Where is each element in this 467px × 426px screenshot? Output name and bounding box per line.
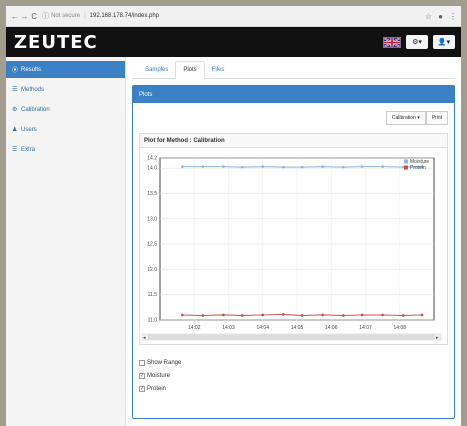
main-content: Samples Plots Files Plots Calibration ▾ …	[126, 57, 461, 426]
moisture-label: Moisture	[147, 373, 171, 379]
sidebar: ⦿ Results ☰ Methods ⚙ Calibration ♟ User…	[6, 57, 126, 426]
data-point-protein	[201, 314, 205, 317]
extra-icon: ☰	[12, 147, 18, 153]
data-point-moisture	[360, 165, 364, 168]
browser-toolbar: ← → C ⓘ Not secure | 192.168.178.74/inde…	[6, 6, 461, 27]
y-tick-label: 13.5	[147, 191, 157, 197]
user-icon: ♟	[12, 127, 18, 133]
sidebar-item-results[interactable]: ⦿ Results	[6, 61, 125, 78]
data-point-protein	[420, 313, 424, 317]
data-point-protein	[282, 313, 285, 316]
list-icon: ☰	[12, 87, 18, 93]
show-range-label: Show Range	[147, 360, 182, 366]
tab-bar: Samples Plots Files	[132, 61, 455, 79]
x-tick-label: 14:07	[359, 325, 372, 331]
x-tick-label: 14:06	[325, 325, 338, 331]
data-point-protein	[381, 313, 384, 317]
address-separator: |	[84, 13, 86, 19]
sidebar-item-extra[interactable]: ☰ Extra	[6, 141, 125, 158]
sidebar-item-methods[interactable]: ☰ Methods	[6, 81, 125, 98]
legend-swatch	[404, 159, 408, 164]
calibration-icon: ⚙	[12, 107, 18, 113]
panel-title: Plots	[133, 86, 454, 103]
bookmark-star-icon[interactable]: ☆	[425, 12, 432, 21]
y-tick-label: 11.5	[148, 292, 158, 298]
sidebar-item-label: Extra	[21, 146, 36, 153]
x-tick-label: 14:05	[291, 325, 304, 331]
reload-icon[interactable]: C	[29, 12, 39, 21]
y-tick-label: 12.5	[147, 242, 157, 248]
info-icon[interactable]: ⓘ	[42, 11, 49, 21]
chart-title: Plot for Method : Calibration	[140, 134, 447, 148]
data-point-moisture	[222, 165, 225, 168]
data-point-protein	[261, 313, 265, 317]
data-point-protein	[222, 313, 225, 317]
results-icon: ⦿	[12, 68, 19, 74]
data-point-moisture	[201, 165, 205, 168]
data-point-protein	[360, 313, 364, 317]
data-point-moisture	[300, 165, 304, 169]
app-header: ZEUTEC ⚙▾ 👤▾	[6, 27, 461, 57]
data-point-moisture	[282, 165, 285, 169]
security-label: Not secure	[51, 13, 81, 19]
data-point-moisture	[341, 165, 345, 169]
sidebar-item-calibration[interactable]: ⚙ Calibration	[6, 101, 125, 118]
data-point-protein	[341, 314, 345, 317]
protein-checkbox[interactable]: ✓	[139, 386, 145, 392]
y-tick-label: 14.0	[147, 166, 157, 172]
line-chart: 11.0 11.5 12.0 12.5 13.0 13.5 14.0 14.2 14:02 14:…	[141, 156, 442, 341]
x-tick-label: 14:08	[393, 325, 406, 331]
x-tick-label: 14:02	[188, 325, 201, 331]
legend-label: Protein	[410, 165, 426, 171]
moisture-option[interactable]: ✓ Moisture	[139, 370, 448, 382]
y-tick-label: 13.0	[147, 216, 157, 222]
user-menu-button[interactable]: 👤▾	[433, 35, 455, 49]
data-point-protein	[401, 314, 405, 317]
url-text[interactable]: 192.168.178.74/index.php	[90, 13, 159, 19]
data-point-protein	[300, 314, 304, 317]
scrollbar-thumb	[148, 334, 435, 340]
data-point-protein	[321, 313, 324, 317]
profile-icon[interactable]: ●	[438, 12, 443, 21]
tab-samples[interactable]: Samples	[138, 61, 175, 78]
data-point-protein	[180, 313, 184, 317]
tab-files[interactable]: Files	[205, 61, 232, 78]
sidebar-item-label: Users	[21, 126, 37, 133]
tab-plots[interactable]: Plots	[175, 61, 205, 79]
data-point-moisture	[321, 165, 324, 168]
sidebar-item-label: Results	[21, 66, 42, 73]
legend-swatch	[404, 165, 408, 170]
y-tick-label: 12.0	[147, 267, 157, 273]
series-options: Show Range ✓ Moisture ✓ Protein	[139, 357, 448, 395]
print-button[interactable]: Print	[425, 111, 448, 125]
settings-menu-button[interactable]: ⚙▾	[406, 35, 428, 49]
y-tick-label: 11.0	[148, 318, 158, 324]
uk-flag-icon[interactable]	[383, 36, 401, 48]
y-tick-label: 14.2	[147, 156, 157, 162]
moisture-checkbox[interactable]: ✓	[139, 373, 145, 379]
protein-option[interactable]: ✓ Protein	[139, 383, 448, 395]
data-point-moisture	[261, 165, 265, 168]
data-point-protein	[240, 314, 244, 317]
back-icon[interactable]: ←	[10, 12, 20, 21]
data-point-moisture	[240, 165, 244, 169]
browser-menu-icon[interactable]: ⋮	[449, 12, 457, 21]
address-bar[interactable]: ⓘ Not secure | 192.168.178.74/index.php	[42, 10, 425, 23]
show-range-option[interactable]: Show Range	[139, 357, 448, 369]
protein-label: Protein	[147, 386, 167, 392]
x-tick-label: 14:04	[256, 325, 269, 331]
browser-window: ← → C ⓘ Not secure | 192.168.178.74/inde…	[6, 6, 461, 426]
x-tick-label: 14:03	[222, 325, 235, 331]
sidebar-item-label: Calibration	[21, 106, 50, 113]
sidebar-item-label: Methods	[21, 86, 45, 93]
forward-icon[interactable]: →	[20, 12, 30, 21]
logo: ZEUTEC	[14, 31, 98, 53]
data-point-moisture	[381, 165, 384, 168]
data-point-moisture	[180, 165, 184, 168]
calibration-dropdown-button[interactable]: Calibration ▾	[385, 111, 426, 125]
sidebar-item-users[interactable]: ♟ Users	[6, 121, 125, 138]
plots-panel: Plots Calibration ▾ Print Plot for Metho…	[132, 85, 455, 419]
show-range-checkbox[interactable]	[139, 360, 145, 366]
chart-container: Plot for Method : Calibration 11.0 11.5 12…	[139, 133, 448, 345]
